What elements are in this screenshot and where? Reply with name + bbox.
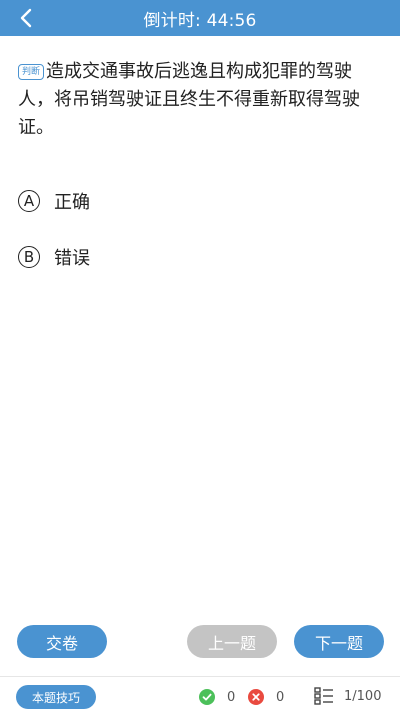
countdown-title: 倒计时: 44:56 — [143, 10, 257, 31]
option-a[interactable]: A 正确 — [18, 188, 90, 214]
submit-exam-button[interactable]: 交卷 — [17, 625, 107, 658]
next-question-button[interactable]: 下一题 — [294, 625, 384, 658]
question-list-button[interactable]: 1/100 — [314, 687, 381, 705]
previous-question-button[interactable]: 上一题 — [187, 625, 277, 658]
back-button[interactable] — [10, 0, 42, 36]
option-b-letter: B — [18, 246, 40, 268]
x-circle-icon — [248, 689, 264, 705]
question-text-block: 判断 造成交通事故后逃逸且构成犯罪的驾驶人，将吊销驾驶证且终生不得重新取得驾驶证。 — [18, 58, 384, 142]
question-progress: 1/100 — [344, 688, 382, 704]
correct-count: 0 — [227, 689, 236, 705]
option-b-label: 错误 — [54, 248, 90, 269]
question-list-icon — [314, 687, 333, 705]
question-text: 造成交通事故后逃逸且构成犯罪的驾驶人，将吊销驾驶证且终生不得重新取得驾驶证。 — [18, 61, 360, 138]
wrong-stat: 0 — [248, 689, 284, 705]
bottom-bar: 本题技巧 0 0 1/100 — [0, 676, 400, 711]
wrong-count: 0 — [276, 689, 285, 705]
top-bar: 倒计时: 44:56 — [0, 0, 400, 36]
chevron-left-icon — [20, 8, 32, 28]
option-a-label: 正确 — [54, 192, 90, 213]
option-b[interactable]: B 错误 — [18, 244, 90, 270]
correct-stat: 0 — [199, 689, 235, 705]
check-circle-icon — [199, 689, 215, 705]
question-tips-button[interactable]: 本题技巧 — [16, 685, 96, 709]
option-a-letter: A — [18, 190, 40, 212]
question-type-tag: 判断 — [18, 64, 45, 80]
